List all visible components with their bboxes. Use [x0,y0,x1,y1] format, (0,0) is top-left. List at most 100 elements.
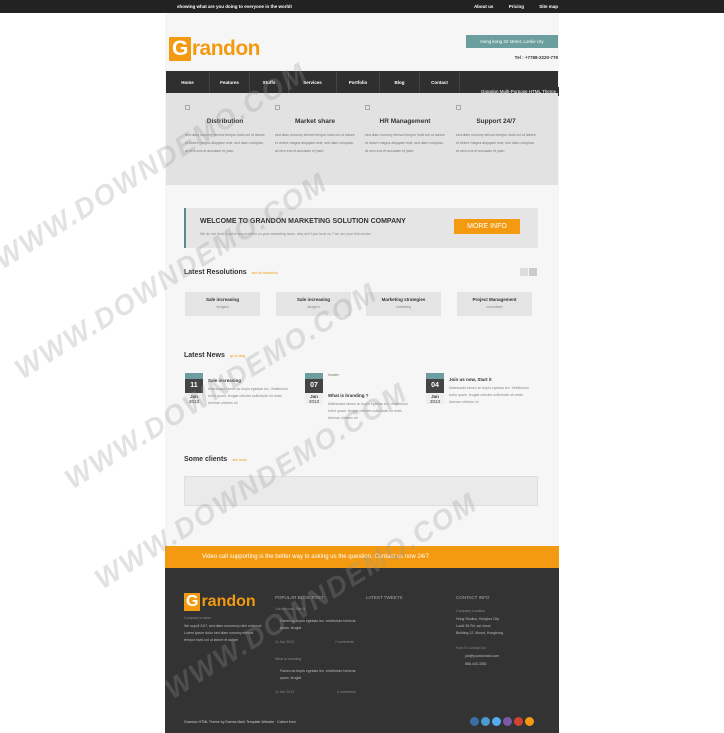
page-container: Grandon Hong kong 32 street, Lorkie city… [165,13,559,733]
welcome-title: WELCOME TO GRANDON MARKETING SOLUTION CO… [200,218,406,225]
news-year: 2013 [429,399,440,404]
top-link-pricing[interactable]: Pricing [509,4,524,9]
google-icon[interactable] [514,717,523,726]
prev-arrow-icon[interactable] [520,268,528,276]
footer-logo[interactable]: Grandon [184,593,256,611]
news-link[interactable]: go to blog [230,354,245,358]
news-item-title[interactable]: Join us now, Start it [449,377,492,382]
resolution-card[interactable]: Sale increasing shagesi [276,292,351,316]
top-links: About us Pricing Site map [460,4,558,9]
more-info-button[interactable]: MORE INFO [454,219,520,234]
features-band: Distribution sed diam nonumy eirmod tempo… [166,93,558,185]
news-date: 07 Jan 2013 [305,373,323,404]
post-date: 11 Jan 2013 [275,690,295,694]
feature-distribution: Distribution sed diam nonumy eirmod tempo… [185,105,265,155]
skype-icon[interactable] [503,717,512,726]
popular-title: POPULAR BLOG POST [275,595,324,600]
resolution-sub: shagesi [307,305,320,309]
contact-label: Company Location [456,609,486,613]
footer-logo-text: randon [201,593,256,610]
nav-features[interactable]: Features [210,72,250,94]
resolution-card[interactable]: Project Management consultant [457,292,532,316]
top-link-sitemap[interactable]: Site map [539,4,558,9]
news-heading: Latest News go to blog [184,352,245,359]
feature-title: Support 24/7 [476,118,516,125]
feature-text: sed diam nonumy eirmod tempor invid unt … [456,133,536,153]
resolution-card[interactable]: Sale increasing shagesi [185,292,260,316]
nav-stuffs[interactable]: Stuffs [250,72,289,94]
post-date: 11 Jan 2013 [275,640,295,644]
resolution-card[interactable]: Marketing strategies marketing [366,292,441,316]
news-date: 11 Jan 2013 [185,373,203,404]
feature-hr-management: HR Management sed diam nonumy eirmod temp… [365,105,445,155]
resolution-title: Project Management [472,297,517,302]
post-comments[interactable]: 3 comments [337,689,356,696]
feature-title: Market share [294,118,336,125]
copyright: Grandon HTML Theme by Dames Mark Templat… [184,720,296,724]
clients-strip [184,476,538,506]
company-text: We supoil 24/7, sed diam nonummy nibh eu… [184,624,262,642]
feature-icon [365,105,370,110]
welcome-text: We do our best to solve any problem on y… [200,232,371,236]
nav-home[interactable]: Home [166,72,210,94]
tagline: showing what are you doing to everyone i… [177,4,293,9]
clients-heading: Some clients see more [184,456,247,463]
resolution-sub: shagesi [216,305,229,309]
post-title[interactable]: What is branding [275,656,301,663]
nav-services[interactable]: Services [289,72,337,94]
news-title: Latest News [184,352,225,359]
news-image-placeholder: header [328,373,339,377]
news-year: 2013 [308,399,319,404]
address-badge: Hong kong 32 street, Lorkie city [466,35,558,48]
post-title[interactable]: Join us now, Start it [275,606,305,613]
rss-icon[interactable] [525,717,534,726]
resolutions-heading: Latest Resolutions see all resolution [184,269,278,276]
feature-text: sed diam nonumy eirmod tempor invid unt … [365,133,445,153]
logo[interactable]: Grandon [169,37,261,61]
clients-title: Some clients [184,456,228,463]
news-item-text: Malesuada fames ac turpis egestas leo. V… [208,387,288,405]
next-arrow-icon[interactable] [529,268,537,276]
resolutions-title: Latest Resolutions [184,269,247,276]
post-text: Fames ac turpis egestas leo. vestibulum … [280,669,356,680]
feature-market-share: Market share sed diam nonumy eirmod tempo… [275,105,355,155]
how-label: How To Contact Us [456,646,486,650]
news-item-title[interactable]: Sale increasing [208,378,241,383]
feature-support: Support 24/7 sed diam nonumy eirmod tempo… [456,105,536,155]
feature-icon [185,105,190,110]
news-day: 07 [305,379,323,393]
post-comments[interactable]: 2 comments [335,639,354,646]
tweets-title: LATEST TWEETS [366,595,403,600]
news-item-text: Malesuada fames ac turpis egestas leo. V… [328,402,408,420]
feature-title: Distribution [206,118,244,125]
resolution-title: Sale increasing [296,297,331,302]
news-date: 04 Jan 2013 [426,373,444,404]
contact-phone: 888-440-3381 [465,662,487,666]
news-day: 11 [185,379,203,393]
top-link-about[interactable]: About us [474,4,494,9]
feature-text: sed diam nonumy eirmod tempor invid unt … [275,133,355,153]
clients-link[interactable]: see more [232,458,247,462]
contact-title: CONTACT INFO [456,595,490,600]
contact-line: Hong Studios, Kongkor City [456,617,499,621]
contact-line: Lucid 36 Rd. sai shool [456,624,491,628]
contact-line: Building 12, Mount, Hongkong [456,631,503,635]
telephone: Tel : +7788-2220-779 [514,55,558,60]
feature-text: sed diam nonumy eirmod tempor invid unt … [185,133,265,153]
news-item-title[interactable]: What is branding ? [328,393,369,398]
welcome-box: WELCOME TO GRANDON MARKETING SOLUTION CO… [184,208,538,248]
news-day: 04 [426,379,444,393]
nav-contact[interactable]: Contact [420,72,460,94]
facebook-icon[interactable] [470,717,479,726]
resolutions-link[interactable]: see all resolution [252,271,278,275]
feature-icon [275,105,280,110]
nav-portfolio[interactable]: Portfolio [337,72,380,94]
news-item-text: Malesuada fames ac turpis egestas leo. V… [449,386,529,404]
twitter-icon[interactable] [492,717,501,726]
flickr-icon[interactable] [481,717,490,726]
post-text: Fames ac turpis egestas leo. vestibulum … [280,619,356,630]
top-bar: showing what are you doing to everyone i… [0,0,724,13]
logo-mark: G [169,37,191,61]
nav-blog[interactable]: Blog [380,72,420,94]
contact-email[interactable]: job@yourdomain.com [465,653,499,660]
